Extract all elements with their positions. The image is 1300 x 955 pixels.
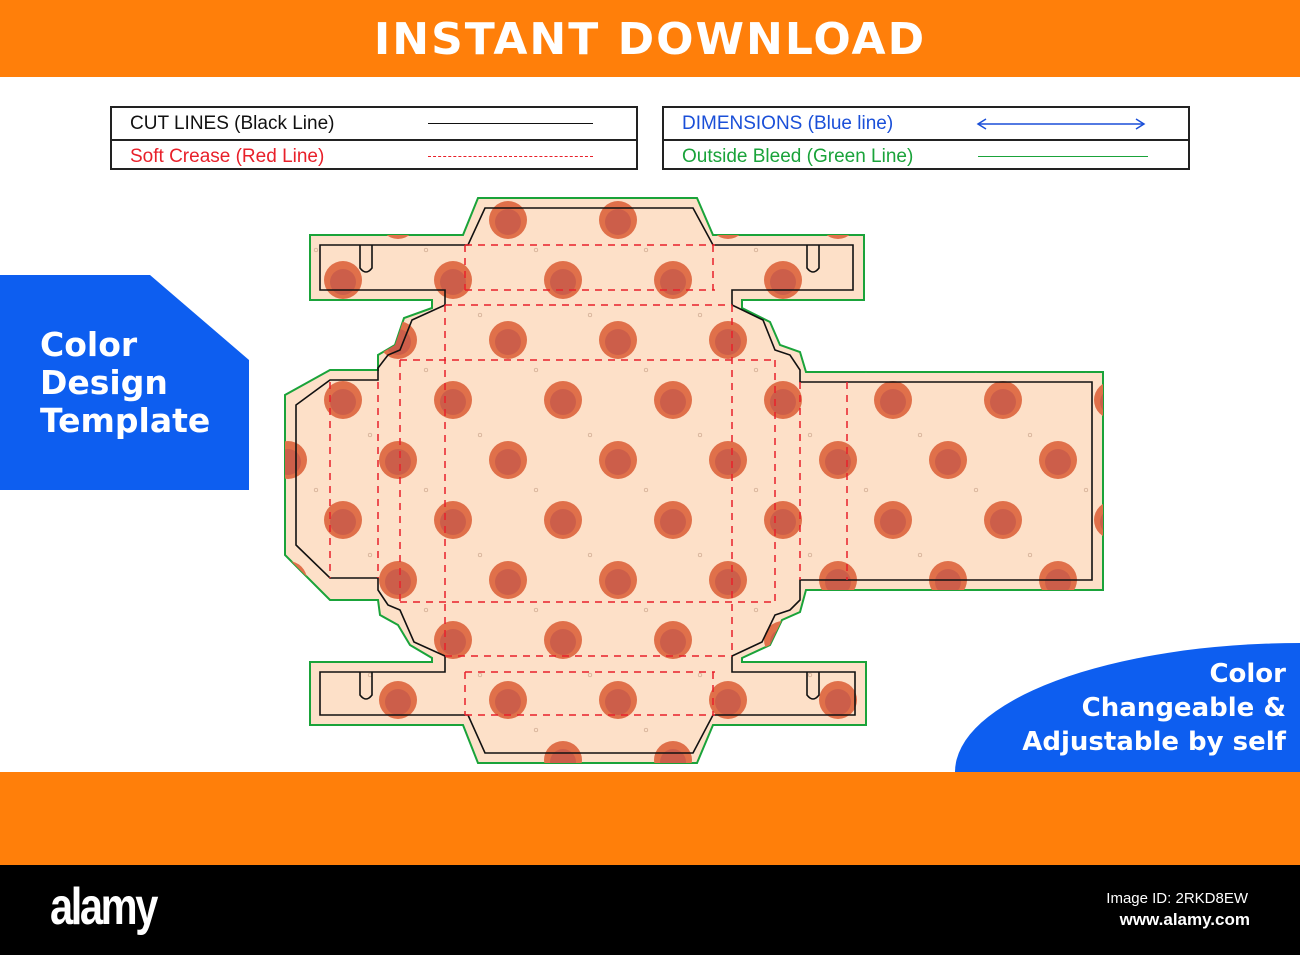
image-id: Image ID: 2RKD8EW bbox=[1106, 890, 1248, 907]
alamy-logo: alamy bbox=[50, 878, 158, 936]
badge-line: Adjustable by self bbox=[1022, 727, 1286, 757]
badge-line: Color bbox=[1209, 659, 1286, 689]
site-url[interactable]: www.alamy.com bbox=[1120, 910, 1250, 930]
watermark-bar: alamy Image ID: 2RKD8EW www.alamy.com bbox=[0, 865, 1300, 955]
badge-line: Changeable & bbox=[1081, 693, 1286, 723]
footer-band bbox=[0, 772, 1300, 865]
dot-pattern bbox=[285, 198, 1103, 763]
